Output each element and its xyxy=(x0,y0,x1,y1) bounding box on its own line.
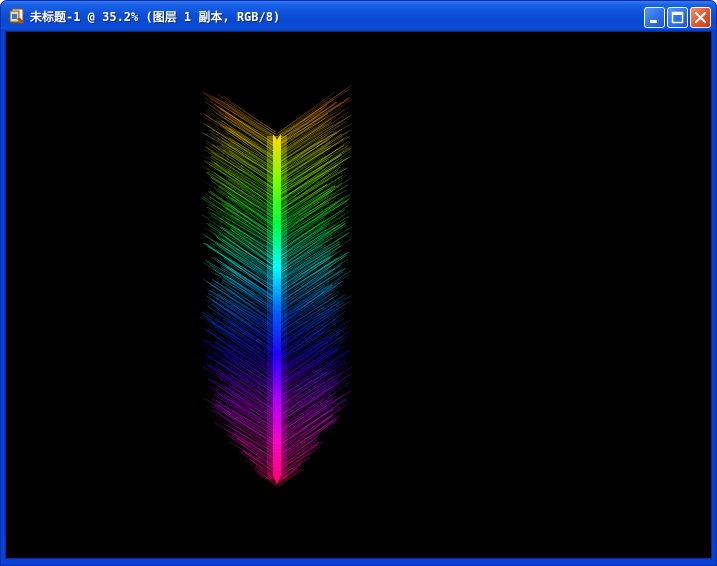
document-window: 未标题-1 @ 35.2% (图层 1 副本, RGB/8) xyxy=(0,0,717,566)
document-canvas[interactable] xyxy=(5,31,712,559)
feather-strands xyxy=(201,85,353,487)
window-title: 未标题-1 @ 35.2% (图层 1 副本, RGB/8) xyxy=(30,10,281,24)
rainbow-feather-artwork xyxy=(201,85,353,487)
photoshop-document-icon[interactable] xyxy=(9,8,25,24)
maximize-button[interactable] xyxy=(667,7,688,28)
title-bar[interactable]: 未标题-1 @ 35.2% (图层 1 副本, RGB/8) xyxy=(1,1,716,31)
feather-strand xyxy=(277,121,346,172)
close-button[interactable] xyxy=(690,7,711,28)
close-icon xyxy=(694,11,707,24)
feather-strand xyxy=(278,105,327,141)
minimize-icon xyxy=(650,20,657,23)
feather-strand xyxy=(277,162,346,206)
feather-strand xyxy=(210,159,278,204)
maximize-icon xyxy=(671,11,684,24)
feather-glow xyxy=(267,136,287,479)
minimize-button[interactable] xyxy=(644,7,665,28)
